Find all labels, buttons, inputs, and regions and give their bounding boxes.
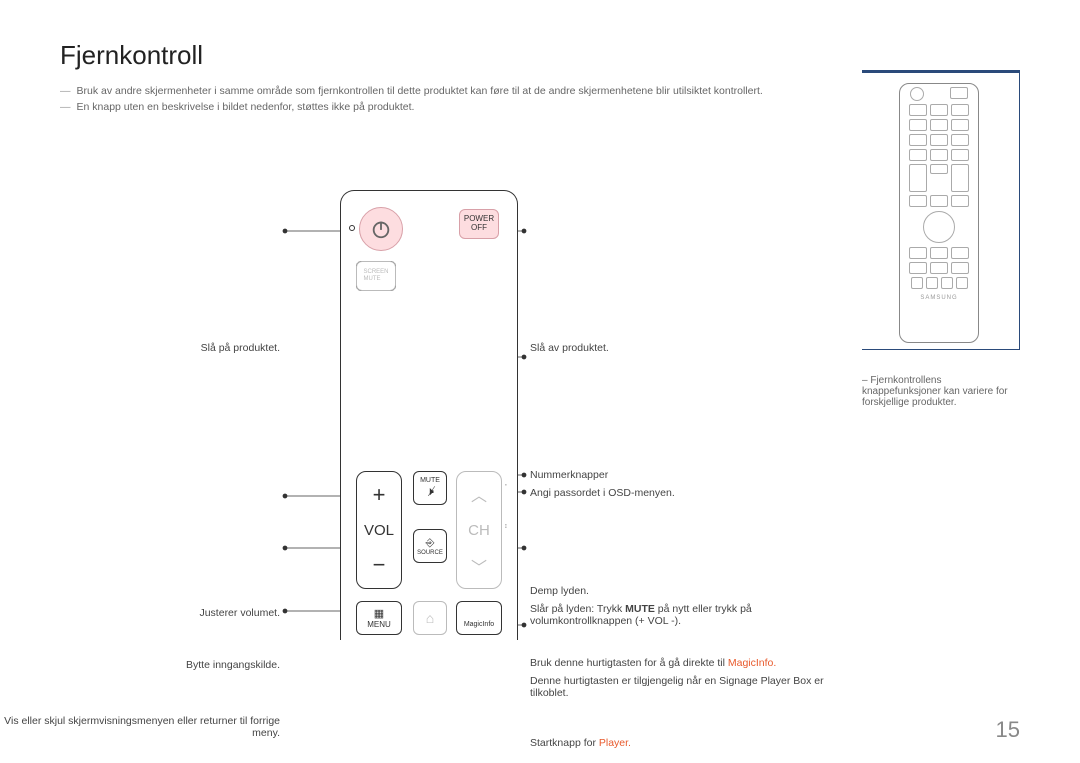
home-button: ⌂ [413,601,447,635]
remote-mini: SAMSUNG [899,83,979,343]
speaker-mute-icon: 🕨̸ [426,484,434,499]
power-on-button [359,207,403,251]
chevron-up-icon: ︿ [471,482,487,506]
thumbnail-note: Fjernkontrollens knappefunksjoner kan va… [862,375,1022,408]
callout-menu: Vis eller skjul skjermvisningsmenyen ell… [0,715,280,739]
dpad-circle-icon [923,211,955,243]
power-icon [370,218,392,240]
page-title: Fjernkontroll [60,40,1020,71]
mute-button: MUTE 🕨̸ [413,471,447,505]
ir-dot-icon [349,225,355,231]
power-off-button: POWER OFF [459,209,499,239]
menu-button: ▦ MENU [356,601,402,635]
magicinfo-quick-button: MagicInfo [456,601,502,635]
callout-magicinfo: Bruk denne hurtigtasten for å gå direkte… [530,657,830,699]
callout-power-on: Slå på produktet. [0,342,280,354]
callout-volume: Justerer volumet. [0,607,280,619]
menu-grid-icon: ▦ [374,607,384,620]
braille-dot-icon: ⠂ [504,481,511,492]
page-number: 15 [996,717,1020,743]
callout-source: Bytte inngangskilde. [0,659,280,671]
volume-rocker: + VOL − [356,471,402,589]
chevron-down-icon: ﹀ [471,554,487,578]
callout-player: Startknapp for Player. [530,737,830,749]
channel-rocker: ︿ CH ﹀ [456,471,502,589]
brand-label: SAMSUNG [900,295,978,301]
source-button: ⎆ SOURCE [413,529,447,563]
manual-page: Fjernkontroll Bruk av andre skjermenhete… [0,0,1080,763]
remote-thumbnail-box: SAMSUNG [862,70,1020,350]
home-icon: ⌂ [426,610,434,626]
input-source-icon: ⎆ [426,537,435,550]
key-screen-mute: SCREEN MUTE [356,261,396,291]
callout-power-off: Slå av produktet. [530,342,830,354]
plus-icon: + [373,482,386,508]
braille-dots-icon: ⠆ [504,521,511,532]
callout-number: Nummerknapper Angi passordet i OSD-menye… [530,469,830,499]
callout-mute: Demp lyden. Slår på lyden: Trykk MUTE på… [530,585,830,627]
minus-icon: − [373,552,386,578]
remote-illustration: POWER OFF QZ1 ABC2 DEF3 GHI4 JKL5 MNO6 P… [340,190,518,640]
